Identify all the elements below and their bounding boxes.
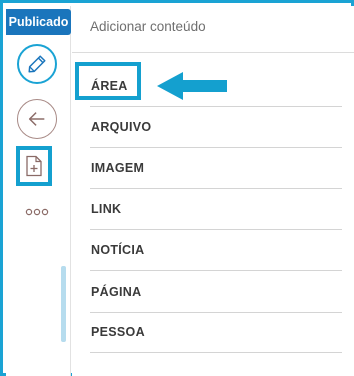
arrow-left-icon [28, 112, 45, 126]
list-item-link[interactable]: LINK [90, 189, 342, 230]
list-item-label: PESSOA [91, 325, 145, 339]
list-item-label: NOTÍCIA [91, 243, 145, 257]
list-item-label: LINK [91, 202, 122, 216]
add-content-button[interactable] [16, 146, 52, 186]
rail-scroll-indicator [61, 266, 66, 342]
more-options-button[interactable] [23, 203, 51, 221]
status-badge: Publicado [6, 9, 71, 35]
highlight-box [75, 62, 141, 100]
pencil-icon [28, 55, 46, 73]
add-content-panel: Adicionar conteúdo ÁREA ARQUIVO IMAGEM L… [72, 6, 354, 376]
file-plus-icon [26, 155, 42, 177]
list-item-label: IMAGEM [91, 161, 145, 175]
list-item-arquivo[interactable]: ARQUIVO [90, 107, 342, 148]
list-item-imagem[interactable]: IMAGEM [90, 148, 342, 189]
pointer-arrow-icon [157, 72, 227, 100]
list-item-noticia[interactable]: NOTÍCIA [90, 230, 342, 271]
back-button[interactable] [17, 99, 57, 139]
panel-title: Adicionar conteúdo [90, 19, 206, 34]
list-item-label: PÁGINA [91, 285, 142, 299]
list-item-pessoa[interactable]: PESSOA [90, 312, 342, 353]
edit-button[interactable] [17, 44, 57, 84]
more-dots-icon [25, 208, 49, 216]
left-rail: Publicado [6, 6, 71, 376]
app-frame: Publicado Adicionar conteúdo ÁREA ARQUIV… [0, 0, 354, 376]
list-item-label: ARQUIVO [91, 120, 152, 134]
header-divider [72, 52, 354, 53]
list-item-pagina[interactable]: PÁGINA [90, 272, 342, 313]
